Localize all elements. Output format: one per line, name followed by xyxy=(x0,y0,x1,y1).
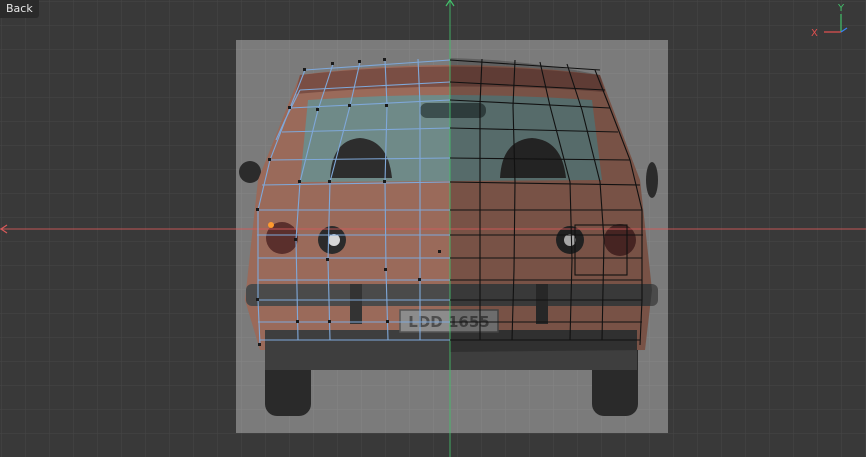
editor-viewport[interactable]: LDD 1655 Y X Back xyxy=(0,0,866,457)
side-mirror-left xyxy=(239,161,261,183)
gizmo-x-label: X xyxy=(811,28,818,39)
gizmo-y-label: Y xyxy=(837,3,845,14)
active-vertex[interactable] xyxy=(268,222,274,228)
back-button[interactable]: Back xyxy=(0,0,39,18)
side-mirror-right xyxy=(646,162,658,198)
